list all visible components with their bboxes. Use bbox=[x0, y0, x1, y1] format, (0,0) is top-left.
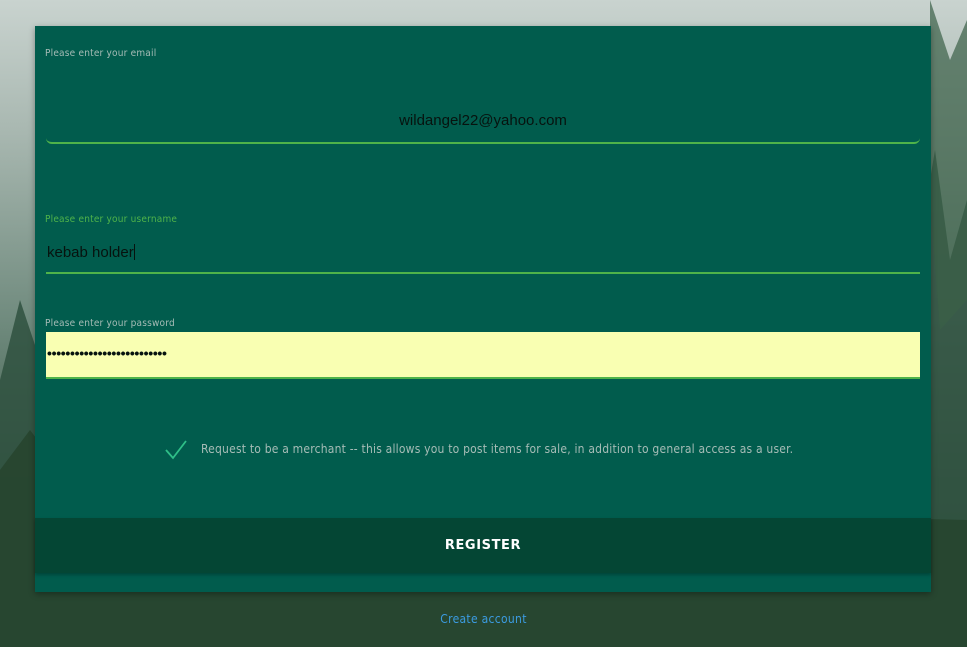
merchant-checkbox-label: Request to be a merchant -- this allows … bbox=[201, 442, 794, 456]
email-value: wildangel22@yahoo.com bbox=[399, 112, 567, 129]
register-button[interactable]: REGISTER bbox=[35, 518, 931, 573]
text-caret bbox=[133, 244, 135, 260]
email-field[interactable]: wildangel22@yahoo.com bbox=[46, 90, 920, 144]
username-field[interactable]: kebab holder bbox=[46, 231, 920, 274]
password-label: Please enter your password bbox=[45, 318, 175, 329]
username-label: Please enter your username bbox=[45, 214, 178, 225]
checkmark-icon[interactable] bbox=[163, 437, 189, 461]
username-value: kebab holder bbox=[47, 244, 134, 261]
password-field[interactable]: •••••••••••••••••••••••••• bbox=[46, 332, 920, 379]
register-card: Please enter your email wildangel22@yaho… bbox=[35, 26, 931, 592]
password-value: •••••••••••••••••••••••••• bbox=[47, 345, 167, 361]
email-label: Please enter your email bbox=[45, 48, 157, 59]
create-account-link[interactable]: Create account bbox=[0, 612, 967, 626]
merchant-checkbox[interactable]: Request to be a merchant -- this allows … bbox=[163, 434, 793, 464]
